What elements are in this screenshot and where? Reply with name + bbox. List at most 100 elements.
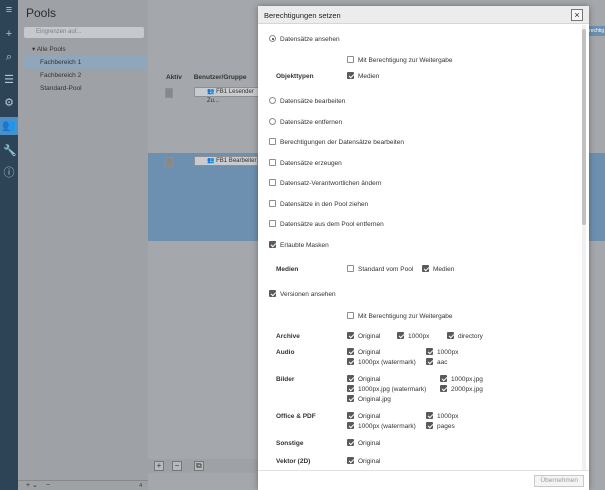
- checkbox-icon[interactable]: [347, 312, 354, 319]
- version-option-checkbox[interactable]: aac: [426, 358, 447, 368]
- checkbox-medien-mask[interactable]: Medien: [422, 265, 454, 275]
- radio-icon[interactable]: [269, 35, 276, 42]
- version-option-checkbox[interactable]: 1000px: [397, 332, 429, 342]
- version-option-label: Original: [358, 349, 381, 356]
- add-row-button[interactable]: +: [154, 461, 164, 471]
- version-option-checkbox[interactable]: Original: [347, 348, 380, 358]
- checkbox-icon[interactable]: [347, 412, 354, 419]
- checkbox-view-versions[interactable]: Versionen ansehen: [269, 290, 336, 300]
- checkbox-icon[interactable]: [426, 422, 433, 429]
- version-option-checkbox[interactable]: Original.jpg: [347, 395, 391, 405]
- checkbox-icon[interactable]: [269, 241, 276, 248]
- version-option-checkbox[interactable]: 1000px (watermark): [347, 422, 416, 432]
- close-button[interactable]: ×: [571, 9, 583, 21]
- version-option-checkbox[interactable]: 1000px: [426, 348, 458, 358]
- version-option-checkbox[interactable]: Original: [347, 332, 380, 342]
- checkbox-icon[interactable]: [347, 439, 354, 446]
- dialog-scrollbar[interactable]: [581, 25, 587, 470]
- table-header: Aktiv Benutzer/Gruppe: [166, 74, 246, 81]
- search-icon[interactable]: ⌕: [3, 51, 15, 63]
- version-option-checkbox[interactable]: Original: [347, 412, 380, 422]
- version-option-checkbox[interactable]: Original: [347, 375, 380, 385]
- checkbox-icon[interactable]: [347, 457, 354, 464]
- checkbox-forward-1[interactable]: Mit Berechtigung zur Weitergabe: [347, 56, 453, 66]
- checkbox-icon[interactable]: [347, 348, 354, 355]
- checkbox-icon[interactable]: [440, 375, 447, 382]
- checkbox-icon[interactable]: [347, 395, 354, 402]
- checkbox-icon[interactable]: [347, 265, 354, 272]
- checkbox-icon[interactable]: [426, 358, 433, 365]
- tree-item-fachbereich-1[interactable]: Fachbereich 1: [24, 56, 148, 69]
- list-icon[interactable]: ☰: [3, 74, 15, 86]
- version-option-checkbox[interactable]: 1000px.jpg: [440, 375, 483, 385]
- version-option-checkbox[interactable]: 1000px (watermark): [347, 358, 416, 368]
- version-option-checkbox[interactable]: directory: [447, 332, 483, 342]
- row-checkbox[interactable]: [165, 157, 173, 167]
- version-option-label: aac: [437, 359, 448, 366]
- checkbox-icon[interactable]: [426, 412, 433, 419]
- radio-icon[interactable]: [269, 118, 276, 125]
- checkbox-icon[interactable]: [269, 138, 276, 145]
- radio-remove-records[interactable]: Datensätze entfernen: [269, 118, 342, 128]
- checkbox-medien-objecttype[interactable]: Medien: [347, 72, 379, 82]
- pool-search-input[interactable]: Eingrenzen auf...: [24, 27, 144, 38]
- tree-item-standard-pool[interactable]: Standard-Pool: [24, 82, 148, 95]
- checkbox-icon[interactable]: [347, 358, 354, 365]
- info-icon[interactable]: ⓘ: [3, 167, 15, 179]
- row-checkbox[interactable]: [165, 88, 173, 98]
- checkbox-icon[interactable]: [347, 422, 354, 429]
- checkbox-icon[interactable]: [426, 348, 433, 355]
- version-option-label: 1000px: [437, 413, 459, 420]
- checkbox-standard-from-pool[interactable]: Standard vom Pool: [347, 265, 413, 275]
- checkbox-icon[interactable]: [269, 200, 276, 207]
- checkbox-icon[interactable]: [269, 220, 276, 227]
- radio-icon[interactable]: [269, 97, 276, 104]
- checkbox-icon[interactable]: [347, 385, 354, 392]
- checkbox-icon[interactable]: [269, 290, 276, 297]
- checkbox-icon[interactable]: [269, 159, 276, 166]
- version-option-checkbox[interactable]: 2000px.jpg: [440, 385, 483, 395]
- gears-icon[interactable]: ⚙: [3, 97, 15, 109]
- remove-row-button[interactable]: −: [171, 461, 182, 471]
- version-option-label: Original: [358, 376, 381, 383]
- version-option-checkbox[interactable]: 1000px.jpg (watermark): [347, 385, 426, 395]
- checkbox-edit-perms[interactable]: Berechtigungen der Datensätze bearbeiten: [269, 138, 404, 148]
- version-option-label: 2000px.jpg: [451, 386, 483, 393]
- version-option-checkbox[interactable]: pages: [426, 422, 455, 432]
- radio-view-records[interactable]: Datensätze ansehen: [269, 35, 340, 45]
- add-pool-button[interactable]: + ⌄: [26, 482, 38, 489]
- checkbox-change-owner[interactable]: Datensatz-Verantwortlichen ändern: [269, 179, 382, 189]
- checkbox-icon[interactable]: [269, 179, 276, 186]
- tree-item-fachbereich-2[interactable]: Fachbereich 2: [24, 69, 148, 82]
- checkbox-icon[interactable]: [347, 375, 354, 382]
- checkbox-icon[interactable]: [397, 332, 404, 339]
- checkbox-create-records[interactable]: Datensätze erzeugen: [269, 159, 342, 169]
- version-option-label: 1000px.jpg (watermark): [358, 386, 427, 393]
- checkbox-pull-in[interactable]: Datensätze in den Pool ziehen: [269, 200, 368, 210]
- checkbox-icon[interactable]: [347, 332, 354, 339]
- checkbox-icon[interactable]: [440, 385, 447, 392]
- checkbox-forward-2[interactable]: Mit Berechtigung zur Weitergabe: [347, 312, 453, 322]
- wrench-icon[interactable]: 🔧: [3, 145, 17, 157]
- checkbox-allowed-masks[interactable]: Erlaubte Masken: [269, 241, 329, 251]
- tree-item-all-pools[interactable]: ▾ Alle Pools: [24, 43, 148, 56]
- plus-icon[interactable]: +: [3, 28, 15, 40]
- checkbox-remove-from-pool[interactable]: Datensätze aus dem Pool entfernen: [269, 220, 384, 230]
- users-icon[interactable]: 👥: [0, 117, 18, 135]
- remove-pool-button[interactable]: −: [46, 482, 50, 489]
- version-option-checkbox[interactable]: Original: [347, 457, 380, 467]
- version-option-label: 1000px (watermark): [358, 359, 416, 366]
- menu-icon[interactable]: ≡: [3, 4, 15, 16]
- checkbox-icon[interactable]: [347, 56, 354, 63]
- apply-button[interactable]: Übernehmen: [534, 475, 584, 487]
- permissions-dialog: Berechtigungen setzen × Datensätze anseh…: [258, 6, 589, 490]
- checkbox-icon[interactable]: [347, 72, 354, 79]
- checkbox-icon[interactable]: [422, 265, 429, 272]
- page-title: Pools: [26, 6, 57, 20]
- radio-edit-records[interactable]: Datensätze bearbeiten: [269, 97, 345, 107]
- scrollbar-thumb[interactable]: [582, 29, 586, 225]
- copy-button[interactable]: ⧉: [193, 461, 204, 471]
- version-option-checkbox[interactable]: 1000px: [426, 412, 458, 422]
- checkbox-icon[interactable]: [447, 332, 454, 339]
- version-option-checkbox[interactable]: Original: [347, 439, 380, 449]
